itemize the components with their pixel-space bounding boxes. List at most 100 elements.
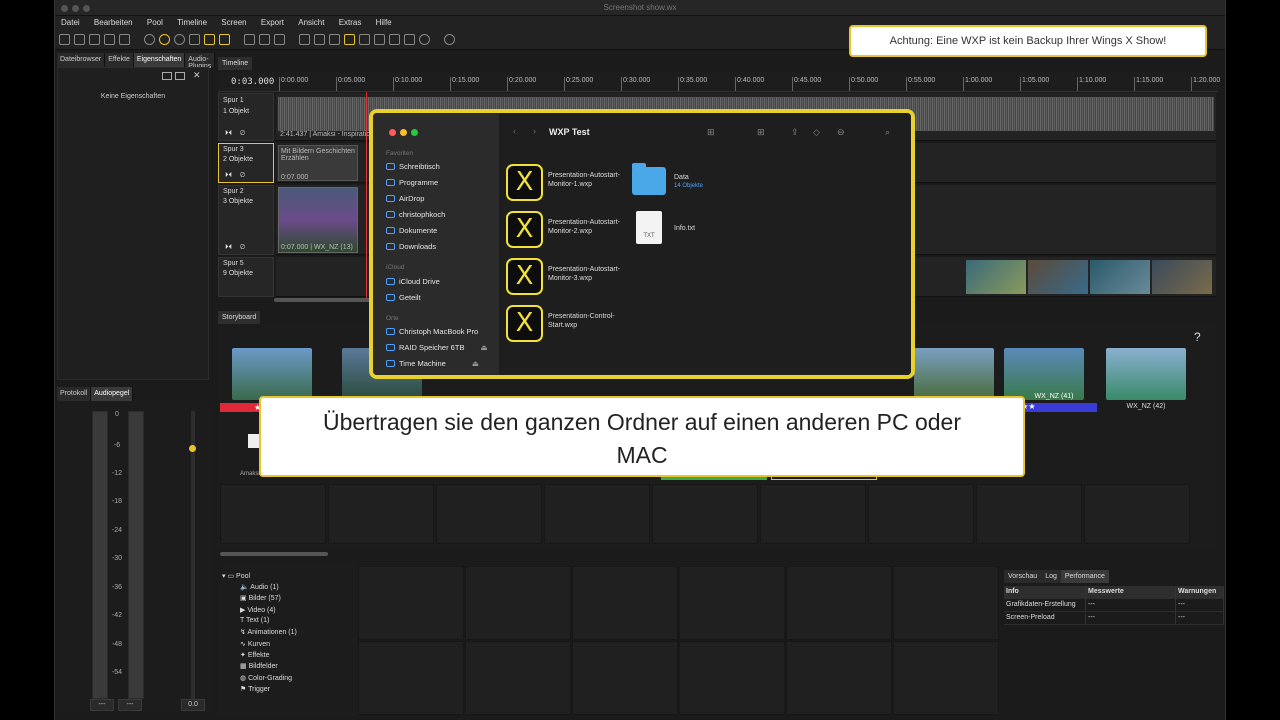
tab-timeline[interactable]: Timeline <box>218 57 253 70</box>
more-actions-icon[interactable]: ⊖ <box>837 127 845 138</box>
minimize-window-button[interactable] <box>400 129 407 136</box>
undo-icon[interactable] <box>104 34 115 45</box>
storyboard-thumbnail[interactable] <box>232 348 312 400</box>
group-icon[interactable]: ⊞ <box>757 127 765 138</box>
stop-icon[interactable] <box>344 34 355 45</box>
pool-slot[interactable] <box>572 566 678 640</box>
pause-icon[interactable] <box>329 34 340 45</box>
zoom-in-icon[interactable] <box>174 34 185 45</box>
tab-storyboard[interactable]: Storyboard <box>218 311 261 324</box>
storyboard-slot[interactable] <box>1084 484 1190 544</box>
tab-effekte[interactable]: Effekte <box>105 53 134 67</box>
pool-slot[interactable] <box>358 566 464 640</box>
screen-icon[interactable] <box>259 34 270 45</box>
pool-slot[interactable] <box>893 641 999 715</box>
pool-item-text[interactable]: T Text (1) <box>240 617 269 624</box>
storyboard-slot[interactable] <box>976 484 1082 544</box>
text-file-icon[interactable]: TXT <box>636 211 662 244</box>
pool-slot[interactable] <box>679 566 785 640</box>
tab-protokoll[interactable]: Protokoll <box>57 387 92 401</box>
image-clip[interactable]: 0:07.000 | WX_NZ (13) <box>278 187 358 253</box>
image-clip[interactable] <box>1028 260 1088 294</box>
tab-audiopegel[interactable]: Audiopegel <box>91 387 134 401</box>
forward-icon[interactable]: › <box>533 126 536 136</box>
save-as-icon[interactable] <box>89 34 100 45</box>
play-icon[interactable] <box>314 34 325 45</box>
menu-pool[interactable]: Pool <box>147 16 163 30</box>
ripple-icon[interactable] <box>219 34 230 45</box>
pool-slot[interactable] <box>358 641 464 715</box>
time-ruler[interactable] <box>218 72 1218 92</box>
sidebar-item-geteilt[interactable]: Geteilt <box>386 293 421 302</box>
sidebar-item-time-machine[interactable]: Time Machine ⏏ <box>386 359 479 368</box>
file-item[interactable]: X <box>506 305 543 342</box>
redo-icon[interactable] <box>119 34 130 45</box>
pool-item-kurven[interactable]: ∿ Kurven <box>240 640 270 648</box>
tag-icon[interactable]: ◇ <box>813 127 820 138</box>
crop-icon[interactable] <box>274 34 285 45</box>
chat-icon[interactable] <box>389 34 400 45</box>
zoom-out-icon[interactable] <box>144 34 155 45</box>
sidebar-item-programme[interactable]: Programme <box>386 178 438 187</box>
view-mode-icon[interactable]: ⊞ <box>707 127 715 138</box>
pool-slot[interactable] <box>893 566 999 640</box>
sidebar-item-airdrop[interactable]: AirDrop <box>386 194 424 203</box>
pool-content-grid[interactable] <box>358 566 999 716</box>
storyboard-slot[interactable] <box>544 484 650 544</box>
storyboard-slot[interactable] <box>652 484 758 544</box>
sidebar-item-schreibtisch[interactable]: Schreibtisch <box>386 162 440 171</box>
playhead[interactable] <box>366 92 367 298</box>
sidebar-item-macbook[interactable]: Christoph MacBook Pro <box>386 327 478 336</box>
pool-item-bildfelder[interactable]: ▦ Bildfelder <box>240 662 278 670</box>
pool-slot[interactable] <box>786 566 892 640</box>
tab-eigenschaften[interactable]: Eigenschaften <box>133 53 186 67</box>
tab-performance[interactable]: Performance <box>1060 570 1109 583</box>
snap-icon[interactable] <box>189 34 200 45</box>
menu-datei[interactable]: Datei <box>61 16 80 30</box>
storyboard-slot[interactable] <box>220 484 326 544</box>
eject-icon[interactable]: ⏏ <box>472 359 479 368</box>
storyboard-thumbnail[interactable] <box>1106 348 1186 400</box>
tab-log[interactable]: Log <box>1041 570 1061 583</box>
track-header[interactable]: Spur 5 9 Objekte <box>218 257 274 297</box>
pool-item-animationen[interactable]: ↯ Animationen (1) <box>240 628 297 636</box>
menu-hilfe[interactable]: Hilfe <box>376 16 392 30</box>
sidebar-item-dokumente[interactable]: Dokumente <box>386 226 437 235</box>
settings-icon[interactable] <box>374 34 385 45</box>
monitor-icon[interactable] <box>404 34 415 45</box>
track-header[interactable]: Spur 3 2 Objekte ⏵⏴ ⊘ <box>218 143 274 183</box>
storyboard-slot[interactable] <box>868 484 974 544</box>
track-controls[interactable]: ⏵⏴ ⊘ <box>225 244 245 252</box>
sidebar-item-downloads[interactable]: Downloads <box>386 242 436 251</box>
help-icon[interactable]: ? <box>1194 330 1201 344</box>
storyboard-slot[interactable] <box>436 484 542 544</box>
volume-value[interactable]: 0.0 <box>181 699 205 711</box>
image-clip[interactable] <box>1090 260 1150 294</box>
tab-dateibrowser[interactable]: Dateibrowser <box>57 53 106 67</box>
pool-slot[interactable] <box>679 641 785 715</box>
zoom-fit-icon[interactable] <box>159 34 170 45</box>
rewind-icon[interactable] <box>299 34 310 45</box>
storyboard-thumbnail[interactable] <box>914 348 994 400</box>
image-clip[interactable] <box>966 260 1026 294</box>
pool-root[interactable]: ▾ ▭ Pool <box>222 572 250 580</box>
share-icon[interactable]: ⇪ <box>791 127 799 138</box>
back-icon[interactable]: ‹ <box>513 126 516 136</box>
pool-item-video[interactable]: ▶ Video (4) <box>240 606 276 614</box>
collapse-icon[interactable]: ✕ <box>193 70 201 81</box>
menu-export[interactable]: Export <box>261 16 284 30</box>
track-header[interactable]: Spur 1 1 Objekt ⏵⏴ ⊘ <box>218 93 274 141</box>
pool-slot[interactable] <box>572 641 678 715</box>
help-icon[interactable] <box>419 34 430 45</box>
folder-icon-body[interactable] <box>632 167 666 195</box>
pool-item-color-grading[interactable]: ◍ Color-Grading <box>240 674 292 682</box>
loop-icon[interactable] <box>359 34 370 45</box>
pool-item-audio[interactable]: 🔈 Audio (1) <box>240 583 279 591</box>
storyboard-slot[interactable] <box>760 484 866 544</box>
file-item[interactable]: X <box>506 164 543 201</box>
file-item[interactable]: X <box>506 211 543 248</box>
menu-bearbeiten[interactable]: Bearbeiten <box>94 16 133 30</box>
sidebar-item-home[interactable]: christophkoch <box>386 210 445 219</box>
menu-ansicht[interactable]: Ansicht <box>298 16 324 30</box>
tab-vorschau[interactable]: Vorschau <box>1004 570 1042 583</box>
